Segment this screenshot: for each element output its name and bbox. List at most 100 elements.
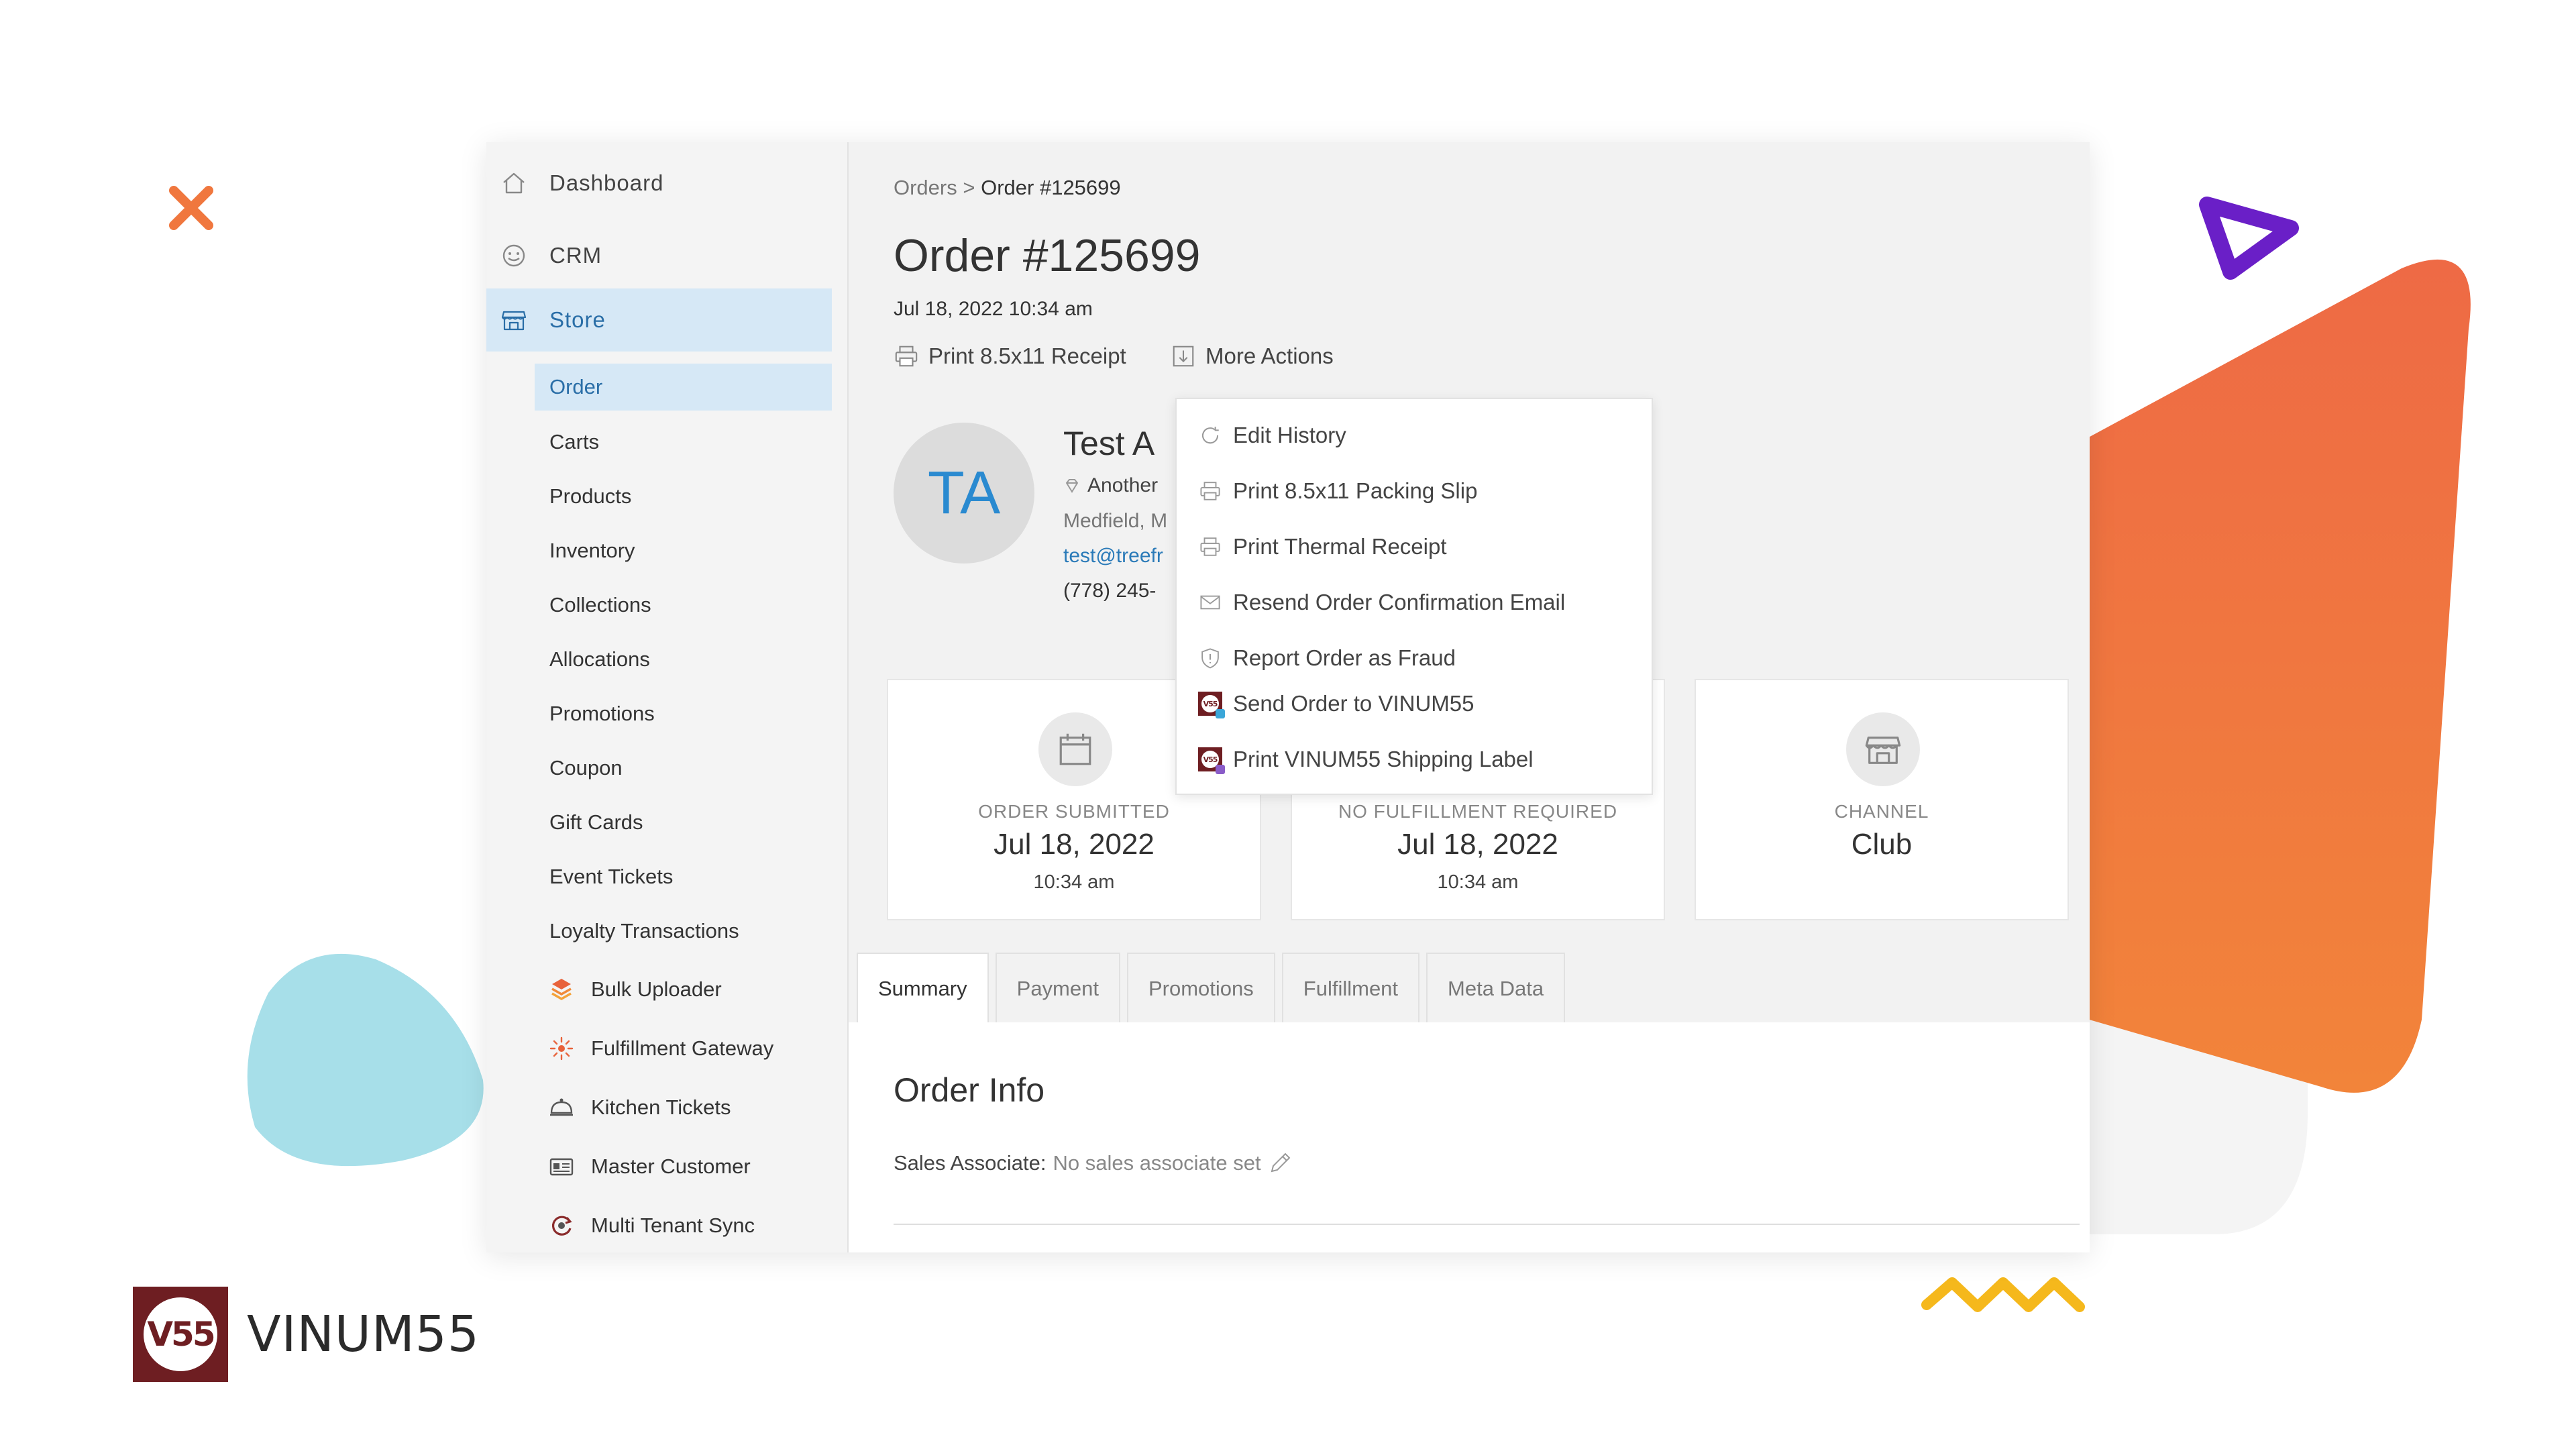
- sidebar-item-label: Carts: [549, 430, 600, 453]
- gem-icon: [1063, 477, 1081, 494]
- storefront-icon: [498, 305, 529, 335]
- sidebar-item-label: Collections: [549, 593, 651, 616]
- pencil-icon[interactable]: [1267, 1150, 1293, 1177]
- sidebar: Dashboard CRM Store Order Carts Products…: [486, 142, 849, 1252]
- sidebar-item-fulfillment-gateway[interactable]: Fulfillment Gateway: [547, 1025, 773, 1072]
- more-actions-button[interactable]: More Actions: [1171, 343, 1334, 369]
- customer-phone: (778) 245-: [1063, 580, 1157, 602]
- card-label: ORDER SUBMITTED: [978, 801, 1170, 822]
- sidebar-item-gift-cards[interactable]: Gift Cards: [535, 799, 832, 846]
- menu-item-print-thermal-receipt[interactable]: Print Thermal Receipt: [1197, 527, 1447, 567]
- sidebar-item-label: Inventory: [549, 539, 635, 562]
- sidebar-item-carts[interactable]: Carts: [535, 419, 832, 466]
- blue-blob-decoration: [247, 953, 484, 1167]
- sidebar-item-inventory[interactable]: Inventory: [535, 527, 832, 574]
- printer-icon: [894, 343, 919, 369]
- vinum55-mark: V55: [133, 1287, 228, 1382]
- menu-item-send-to-vinum55[interactable]: V55 Send Order to VINUM55: [1197, 684, 1474, 724]
- summary-panel: Order Info Sales Associate: No sales ass…: [849, 1022, 2090, 1252]
- printer-icon: [1197, 533, 1224, 560]
- sidebar-item-promotions[interactable]: Promotions: [535, 690, 832, 737]
- brand-name: VINUM55: [247, 1305, 480, 1363]
- sidebar-item-products[interactable]: Products: [535, 473, 832, 520]
- sidebar-item-crm[interactable]: CRM: [486, 224, 849, 287]
- sidebar-item-label: CRM: [549, 243, 602, 268]
- more-actions-label: More Actions: [1205, 343, 1334, 368]
- card-label: CHANNEL: [1834, 801, 1929, 822]
- sidebar-item-label: Master Customer: [591, 1155, 751, 1178]
- sidebar-item-kitchen-tickets[interactable]: Kitchen Tickets: [547, 1084, 731, 1131]
- card-value: Club: [1851, 828, 1913, 861]
- sidebar-item-label: Coupon: [549, 756, 623, 780]
- breadcrumb-orders-link[interactable]: Orders: [894, 176, 957, 199]
- sidebar-item-label: Allocations: [549, 647, 650, 671]
- breadcrumb-separator: >: [963, 176, 975, 199]
- tab-fulfillment[interactable]: Fulfillment: [1281, 953, 1420, 1024]
- customer-address2: Medfield, M: [1063, 510, 1168, 532]
- orange-shape-decoration: [2066, 259, 2471, 1093]
- history-icon: [1197, 422, 1224, 449]
- shield-icon: [1197, 645, 1224, 672]
- cloche-icon: [547, 1093, 576, 1122]
- sidebar-item-label: Loyalty Transactions: [549, 919, 739, 943]
- smiley-icon: [498, 240, 529, 271]
- sidebar-item-label: Event Tickets: [549, 865, 674, 888]
- menu-item-print-vinum55-shipping-label[interactable]: V55 Print VINUM55 Shipping Label: [1197, 739, 1534, 780]
- channel-card: CHANNEL Club: [1695, 679, 2069, 920]
- sidebar-item-label: Kitchen Tickets: [591, 1095, 731, 1119]
- card-value: Jul 18, 2022: [994, 828, 1155, 861]
- sidebar-item-allocations[interactable]: Allocations: [535, 636, 832, 683]
- tab-meta-data[interactable]: Meta Data: [1426, 953, 1566, 1024]
- menu-item-label: Print VINUM55 Shipping Label: [1233, 747, 1534, 771]
- page-title: Order #125699: [894, 230, 1201, 281]
- sidebar-item-label: Dashboard: [549, 170, 664, 195]
- sidebar-item-multi-tenant-sync[interactable]: Multi Tenant Sync: [547, 1202, 755, 1249]
- sidebar-item-coupon[interactable]: Coupon: [535, 745, 832, 792]
- menu-item-label: Print Thermal Receipt: [1233, 534, 1447, 559]
- sidebar-item-order[interactable]: Order: [535, 364, 832, 411]
- customer-email[interactable]: test@treefr: [1063, 545, 1163, 568]
- sidebar-item-label: Bulk Uploader: [591, 977, 722, 1001]
- menu-item-resend-confirmation-email[interactable]: Resend Order Confirmation Email: [1197, 582, 1565, 623]
- menu-item-label: Print 8.5x11 Packing Slip: [1233, 478, 1478, 503]
- tab-payment[interactable]: Payment: [995, 953, 1120, 1024]
- sidebar-item-collections[interactable]: Collections: [535, 582, 832, 629]
- sidebar-item-event-tickets[interactable]: Event Tickets: [535, 853, 832, 900]
- sidebar-item-label: Order: [549, 375, 603, 398]
- print-receipt-button[interactable]: Print 8.5x11 Receipt: [894, 343, 1126, 369]
- sidebar-item-store[interactable]: Store: [486, 288, 832, 352]
- menu-item-report-fraud[interactable]: Report Order as Fraud: [1197, 638, 1456, 678]
- card-label: NO FULFILLMENT REQUIRED: [1338, 801, 1618, 822]
- sidebar-item-bulk-uploader[interactable]: Bulk Uploader: [547, 966, 722, 1013]
- sidebar-item-label: Store: [549, 307, 606, 332]
- menu-item-label: Send Order to VINUM55: [1233, 691, 1474, 716]
- sidebar-item-label: Promotions: [549, 702, 655, 725]
- breadcrumb-current: Order #125699: [981, 176, 1121, 199]
- sidebar-item-label: Multi Tenant Sync: [591, 1214, 755, 1237]
- sidebar-item-dashboard[interactable]: Dashboard: [486, 152, 849, 215]
- sidebar-item-label: Products: [549, 484, 632, 508]
- customer-address1: Another: [1087, 474, 1159, 496]
- vinum55-logo-icon: V55: [1197, 746, 1225, 774]
- menu-item-edit-history[interactable]: Edit History: [1197, 415, 1346, 455]
- sidebar-item-label: Gift Cards: [549, 810, 643, 834]
- sidebar-item-label: Fulfillment Gateway: [591, 1036, 774, 1060]
- menu-item-print-packing-slip[interactable]: Print 8.5x11 Packing Slip: [1197, 471, 1477, 511]
- brand-mark-text: V55: [147, 1315, 215, 1354]
- order-date: Jul 18, 2022 10:34 am: [894, 298, 1093, 320]
- brand-logo: V55 VINUM55: [133, 1287, 480, 1382]
- sync-icon: [547, 1211, 576, 1240]
- card-value: Jul 18, 2022: [1397, 828, 1558, 861]
- sales-associate-row: Sales Associate: No sales associate set: [894, 1150, 1293, 1177]
- tab-promotions[interactable]: Promotions: [1126, 953, 1275, 1024]
- panel-divider: [894, 1224, 2080, 1225]
- download-box-icon: [1171, 343, 1196, 369]
- vinum55-logo-icon: V55: [1197, 690, 1225, 718]
- sidebar-item-master-customer[interactable]: Master Customer: [547, 1143, 751, 1190]
- customer-name[interactable]: Test A: [1063, 424, 1155, 463]
- order-tabs: Summary Payment Promotions Fulfillment M…: [857, 953, 1572, 1024]
- sidebar-item-loyalty-transactions[interactable]: Loyalty Transactions: [535, 908, 832, 955]
- print-receipt-label: Print 8.5x11 Receipt: [928, 343, 1126, 368]
- order-info-title: Order Info: [894, 1071, 1045, 1109]
- tab-summary[interactable]: Summary: [857, 953, 989, 1024]
